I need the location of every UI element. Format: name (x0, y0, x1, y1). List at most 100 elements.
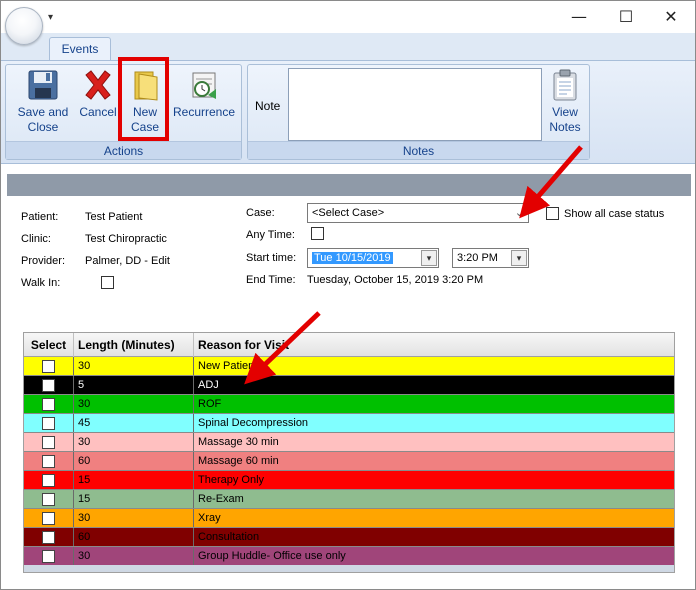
row-select-checkbox[interactable] (42, 512, 55, 525)
select-cell (24, 509, 74, 527)
row-select-checkbox[interactable] (42, 398, 55, 411)
save-label-line1: Save and (17, 105, 69, 119)
cancel-label: Cancel (79, 105, 117, 119)
end-time-value: Tuesday, October 15, 2019 3:20 PM (307, 274, 484, 286)
table-row[interactable]: 30 ROF (24, 395, 674, 414)
recurrence-button[interactable]: Recurrence (170, 69, 238, 120)
tab-events[interactable]: Events (49, 37, 111, 61)
length-cell: 30 (74, 547, 194, 565)
ribbon: Save and Close Cancel New Case Recurrenc… (1, 60, 695, 164)
notes-group: Note View Notes Notes (247, 64, 590, 160)
end-time-label: End Time: (246, 274, 296, 286)
select-cell (24, 490, 74, 508)
cancel-button[interactable]: Cancel (76, 69, 120, 120)
table-row[interactable]: 60 Consultation (24, 528, 674, 547)
reason-cell: New Patient (198, 360, 258, 372)
show-all-case-status-checkbox[interactable] (546, 207, 559, 220)
table-row[interactable]: 30 New Patient (24, 357, 674, 376)
column-header-select[interactable]: Select (24, 333, 74, 357)
table-footer (23, 565, 675, 573)
start-date-picker[interactable]: Tue 10/15/2019 ▾ (307, 248, 439, 268)
close-button[interactable]: ✕ (651, 5, 691, 29)
select-cell (24, 357, 74, 375)
any-time-label: Any Time: (246, 229, 295, 241)
row-select-checkbox[interactable] (42, 493, 55, 506)
ribbon-tab-row: Events (1, 33, 695, 61)
walk-in-label: Walk In: (21, 277, 61, 289)
start-time-picker[interactable]: 3:20 PM ▾ (452, 248, 529, 268)
length-cell: 60 (74, 452, 194, 470)
row-select-checkbox[interactable] (42, 417, 55, 430)
chevron-down-icon[interactable]: ▾ (511, 250, 527, 266)
reason-cell: Therapy Only (198, 474, 265, 486)
row-select-checkbox[interactable] (42, 436, 55, 449)
row-select-checkbox[interactable] (42, 550, 55, 563)
view-notes-button[interactable]: View Notes (544, 69, 586, 135)
select-cell (24, 433, 74, 451)
reason-cell: Group Huddle- Office use only (198, 550, 346, 562)
table-row[interactable]: 15 Therapy Only (24, 471, 674, 490)
clipboard-icon (549, 69, 581, 101)
application-orb-button[interactable] (5, 7, 43, 45)
reason-for-visit-table: Select Length (Minutes) Reason for Visit… (23, 332, 675, 567)
case-select[interactable]: <Select Case> ⌄ (307, 203, 529, 223)
minimize-button[interactable]: — (559, 5, 599, 29)
save-and-close-button[interactable]: Save and Close (14, 69, 72, 135)
chevron-down-icon: ⌄ (514, 207, 524, 219)
provider-value[interactable]: Palmer, DD - Edit (85, 255, 170, 267)
view-notes-label-line2: Notes (549, 120, 581, 134)
floppy-disk-icon (27, 69, 59, 101)
select-cell (24, 414, 74, 432)
new-case-highlight-box (118, 57, 169, 141)
length-cell: 45 (74, 414, 194, 432)
table-row[interactable]: 30 Xray (24, 509, 674, 528)
start-time-value: 3:20 PM (457, 252, 498, 264)
row-select-checkbox[interactable] (42, 474, 55, 487)
chevron-down-icon[interactable]: ▾ (421, 250, 437, 266)
reason-cell: ADJ (198, 379, 219, 391)
table-row[interactable]: 60 Massage 60 min (24, 452, 674, 471)
table-body: 30 New Patient 5 ADJ 30 ROF 45 Spinal Decompres… (24, 357, 674, 566)
clinic-label: Clinic: (21, 233, 51, 245)
reason-cell: Consultation (198, 531, 260, 543)
notes-group-label: Notes (248, 141, 589, 159)
row-select-checkbox[interactable] (42, 379, 55, 392)
save-label-line2: Close (27, 120, 59, 134)
reason-cell: Xray (198, 512, 221, 524)
select-cell (24, 528, 74, 546)
title-bar: ▾ — ☐ ✕ (1, 1, 695, 45)
select-cell (24, 395, 74, 413)
patient-value: Test Patient (85, 211, 143, 223)
row-select-checkbox[interactable] (42, 360, 55, 373)
provider-label: Provider: (21, 255, 66, 267)
length-cell: 30 (74, 509, 194, 527)
walk-in-checkbox[interactable] (101, 276, 114, 289)
show-all-case-status-label: Show all case status (564, 208, 665, 220)
start-time-label: Start time: (246, 252, 297, 264)
red-x-icon (82, 69, 114, 101)
maximize-button[interactable]: ☐ (606, 5, 646, 29)
table-row[interactable]: 45 Spinal Decompression (24, 414, 674, 433)
recurrence-clock-icon (188, 69, 220, 101)
separator-band (7, 174, 691, 196)
row-select-checkbox[interactable] (42, 455, 55, 468)
column-header-reason[interactable]: Reason for Visit (194, 333, 674, 357)
quick-access-dropdown-icon[interactable]: ▾ (48, 12, 53, 23)
view-notes-label-line1: View (552, 105, 578, 119)
table-row[interactable]: 5 ADJ (24, 376, 674, 395)
reason-cell: Re-Exam (198, 493, 244, 505)
appointment-window: ▾ — ☐ ✕ Events Save and Close Cancel New… (0, 0, 696, 590)
table-row[interactable]: 15 Re-Exam (24, 490, 674, 509)
table-header: Select Length (Minutes) Reason for Visit (24, 333, 674, 357)
column-header-length[interactable]: Length (Minutes) (74, 333, 194, 357)
any-time-checkbox[interactable] (311, 227, 324, 240)
length-cell: 30 (74, 395, 194, 413)
reason-cell: Massage 30 min (198, 436, 279, 448)
table-row[interactable]: 30 Group Huddle- Office use only (24, 547, 674, 566)
length-cell: 15 (74, 471, 194, 489)
note-textarea[interactable] (288, 68, 542, 141)
recurrence-label: Recurrence (172, 105, 236, 119)
table-row[interactable]: 30 Massage 30 min (24, 433, 674, 452)
reason-cell: Massage 60 min (198, 455, 279, 467)
row-select-checkbox[interactable] (42, 531, 55, 544)
